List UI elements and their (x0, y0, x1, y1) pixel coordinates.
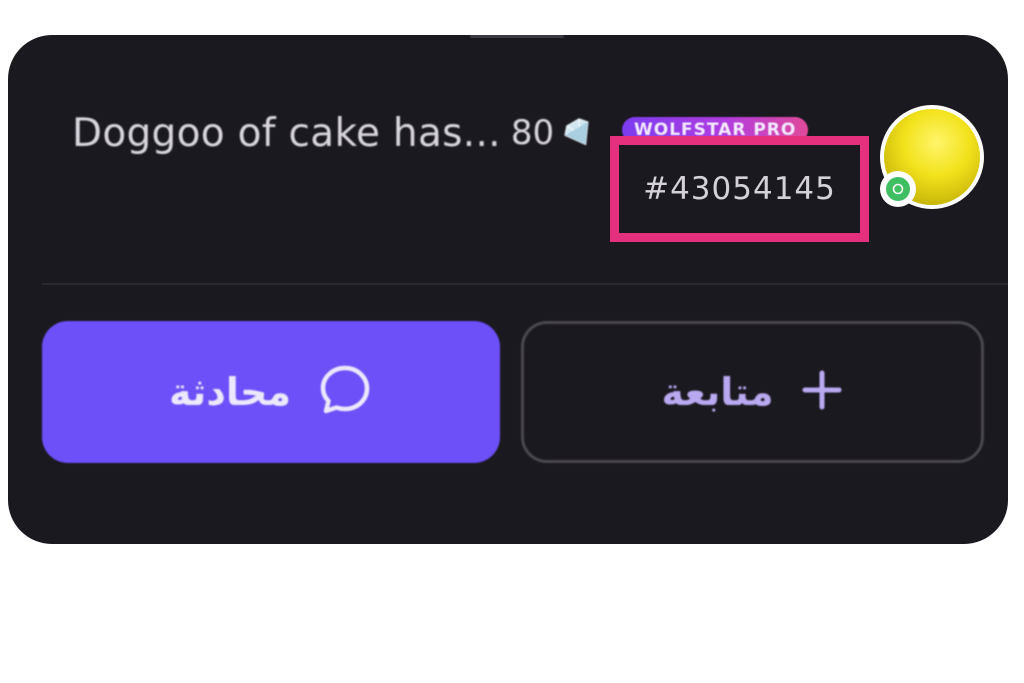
drag-handle[interactable] (470, 35, 564, 38)
chat-button-label: محادثة (169, 370, 291, 414)
user-id-highlight: #43054145 (610, 136, 869, 242)
chat-bubble-icon (317, 362, 373, 422)
chat-button[interactable]: محادثة (42, 321, 500, 463)
profile-card: Doggoo of cake has... 80 WOLFSTAR PRO #4… (8, 35, 1008, 544)
online-status-icon (880, 171, 916, 207)
gem-icon (560, 114, 598, 152)
follow-button-label: متابعة (661, 370, 774, 414)
username: Doggoo of cake has... (72, 110, 501, 156)
plus-icon (800, 368, 844, 416)
divider (42, 283, 1008, 285)
user-id[interactable]: #43054145 (643, 171, 836, 207)
follow-button[interactable]: متابعة (521, 321, 984, 463)
name-row: Doggoo of cake has... 80 (72, 105, 598, 161)
level-value: 80 (510, 113, 555, 153)
